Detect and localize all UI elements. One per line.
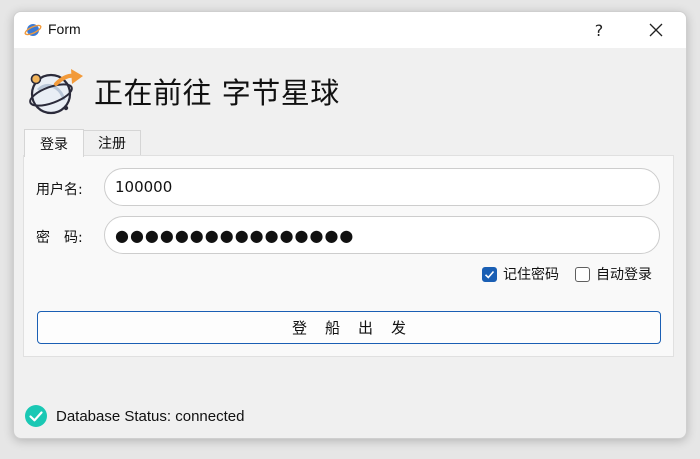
password-field[interactable]: ●●●●●●●●●●●●●●●● [104, 216, 660, 254]
password-label: 密 码: [36, 230, 83, 246]
planet-icon [24, 24, 42, 36]
board-ship-button[interactable]: 登船出发 [37, 311, 661, 344]
auto-login-label: 自动登录 [596, 267, 652, 283]
username-label: 用户名: [36, 182, 83, 198]
checkmark-icon [484, 270, 495, 279]
help-button[interactable]: ? [582, 12, 616, 48]
rocket-planet-logo-icon [29, 69, 83, 115]
login-panel: 用户名: 密 码: ●●●●●●●●●●●●●●●● 记住密码 自动登录 登船出… [23, 155, 674, 357]
remember-label: 记住密码 [503, 267, 559, 283]
check-circle-icon [25, 405, 47, 427]
database-status-text: Database Status: connected [56, 407, 245, 425]
auto-login-checkbox-box[interactable] [575, 266, 590, 282]
window-title: Form [48, 21, 81, 37]
title-bar: Form ? [14, 12, 686, 48]
remember-password-checkbox[interactable]: 记住密码 [482, 264, 559, 284]
auto-login-checkbox[interactable]: 自动登录 [575, 264, 652, 284]
close-button[interactable] [634, 12, 678, 48]
tab-register[interactable]: 注册 [84, 130, 141, 156]
password-value: ●●●●●●●●●●●●●●●● [115, 225, 355, 245]
close-icon [649, 23, 663, 37]
tab-login[interactable]: 登录 [24, 129, 84, 157]
page-title: 正在前往 字节星球 [94, 76, 340, 110]
username-field[interactable] [104, 168, 660, 206]
form-window: Form ? 正在前往 字节星球 登录 注册 用户名: 密 码: ●●●●●●●… [13, 11, 687, 439]
status-bar: Database Status: connected [24, 404, 244, 428]
remember-checkbox-box[interactable] [482, 266, 497, 282]
